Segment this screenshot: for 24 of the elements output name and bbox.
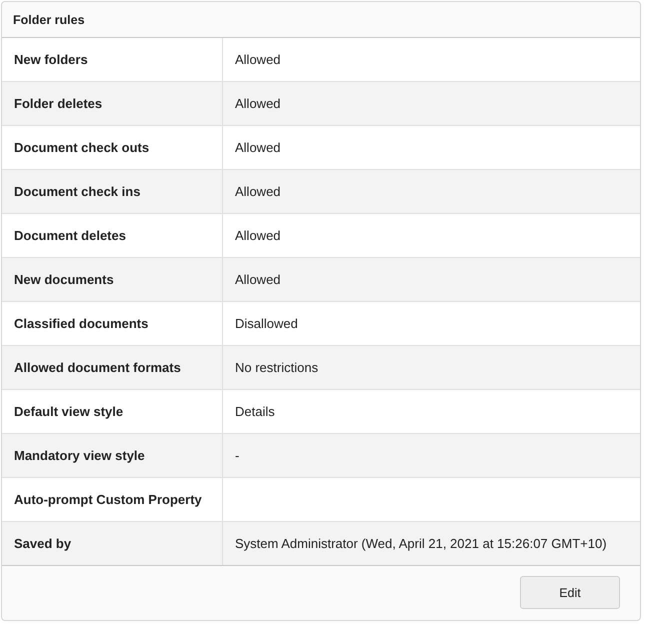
- row-label: New documents: [2, 258, 223, 301]
- row-label: Classified documents: [2, 302, 223, 345]
- row-value: Allowed: [234, 95, 282, 113]
- row-label: Document deletes: [2, 214, 223, 257]
- row-label: Mandatory view style: [2, 434, 223, 477]
- row-value: Details: [234, 403, 276, 421]
- edit-button[interactable]: Edit: [520, 576, 620, 609]
- row-value: Allowed: [234, 51, 282, 69]
- row-value: -: [234, 447, 240, 465]
- row-value: Allowed: [234, 139, 282, 157]
- row-label: Document check outs: [2, 126, 223, 169]
- row-value: Allowed: [234, 271, 282, 289]
- row-label: Document check ins: [2, 170, 223, 213]
- row-label: New folders: [2, 38, 223, 81]
- row-label: Default view style: [2, 390, 223, 433]
- row-value: System Administrator (Wed, April 21, 2021 at 15:26:07 GMT+10): [234, 535, 608, 553]
- row-label: Folder deletes: [2, 82, 223, 125]
- row-value: Allowed: [234, 227, 282, 245]
- row-value: Disallowed: [234, 315, 299, 333]
- row-value: Allowed: [234, 183, 282, 201]
- row-label: Saved by: [2, 522, 223, 565]
- row-label: Auto-prompt Custom Property: [2, 478, 223, 521]
- row-value: No restrictions: [234, 359, 320, 377]
- row-label: Allowed document formats: [2, 346, 223, 389]
